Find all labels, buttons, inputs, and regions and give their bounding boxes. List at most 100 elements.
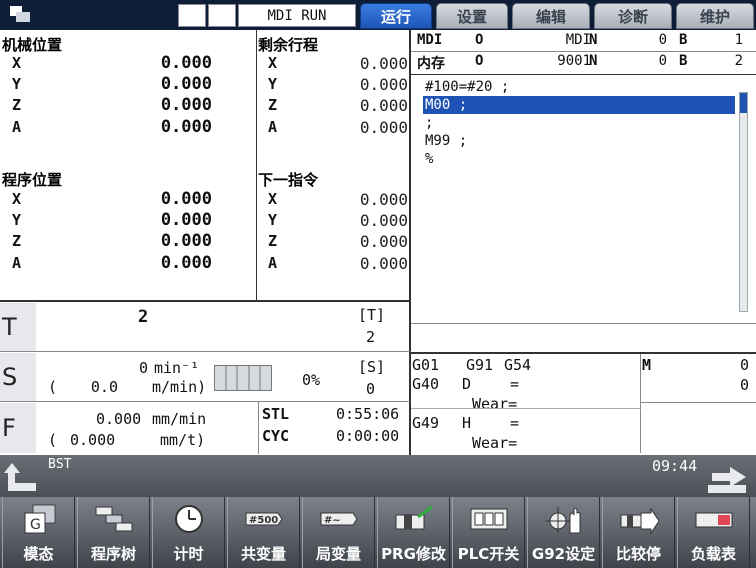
divider [0, 401, 410, 402]
axis-label: A [268, 254, 278, 272]
divider [411, 408, 641, 409]
tab-run[interactable]: 运行 [360, 3, 432, 29]
axis-label: A [268, 118, 278, 136]
program-line[interactable]: % [425, 150, 433, 168]
program-line[interactable]: #100=#20 ; [425, 78, 509, 96]
cyc-label: CYC [262, 427, 290, 445]
softkey-program-tree[interactable]: 程序树 [77, 497, 150, 568]
equals: = [510, 414, 520, 432]
softkey-g92-setting[interactable]: G92设定 [527, 497, 600, 568]
divider [0, 351, 410, 352]
h-wear-label: Wear= [472, 434, 518, 452]
tab-setup[interactable]: 设置 [436, 3, 508, 29]
softkey-modal[interactable]: G 模态 [2, 497, 75, 568]
divider [411, 323, 756, 324]
axis-label: X [12, 190, 22, 208]
program-x-value: 0.000 [160, 189, 212, 209]
feed-value: 0.000 [96, 410, 142, 428]
common-variable-icon: #500 [245, 512, 283, 526]
clock-icon [175, 505, 203, 533]
tool-label: T [2, 313, 17, 341]
spindle-label: S [2, 363, 18, 391]
svg-text:G: G [30, 517, 41, 533]
program-scrollbar[interactable] [739, 92, 748, 312]
spindle-bracket-value: 0 [366, 380, 376, 398]
axis-label: A [12, 254, 22, 272]
tool-bracket-value: 2 [366, 328, 376, 346]
softkey-label: PRG修改 [381, 545, 446, 563]
plc-switch-icon [470, 508, 508, 530]
softkey-plc-switch[interactable]: PLC开关 [452, 497, 525, 568]
program-tree-icon [95, 506, 133, 532]
softkey-program-edit[interactable]: PRG修改 [377, 497, 450, 568]
next-y-value: 0.000 [359, 211, 408, 230]
memory-label: 内存 [417, 56, 445, 72]
softkey-compare-stop[interactable]: 比较停 [602, 497, 675, 568]
tool-number: 2 [138, 307, 149, 327]
axis-label: Z [12, 232, 22, 250]
softkey-load-meter[interactable]: 负载表 [677, 497, 750, 568]
status-indicator-1 [178, 4, 206, 27]
softkey-label: PLC开关 [457, 545, 520, 563]
return-arrow-icon[interactable] [4, 461, 40, 493]
o-label: O [475, 32, 484, 48]
clock: 09:44 [652, 457, 698, 475]
compare-stop-icon [620, 507, 659, 535]
softkey-label: 比较停 [615, 545, 661, 563]
next-command-title: 下一指令 [258, 171, 319, 189]
modal-g-code: G49 [412, 414, 440, 432]
tool-bracket-label: [T] [358, 306, 386, 324]
softkey-timer[interactable]: 计时 [152, 497, 225, 568]
memory-block-number: 2 [734, 53, 743, 69]
program-line-selected[interactable]: M00 ; [423, 96, 735, 114]
program-scroll-thumb[interactable] [740, 93, 747, 113]
remaining-travel-title: 剩余行程 [258, 36, 319, 54]
modal-g-code: G01 [412, 356, 440, 374]
program-display[interactable]: #100=#20 ; M00 ; ; M99 ; % [411, 75, 756, 323]
divider [640, 353, 641, 453]
spindle-speed: 0 [138, 359, 148, 377]
axis-label: Y [12, 75, 22, 93]
svg-text:#500: #500 [249, 515, 278, 526]
local-variable-icon: #~ [320, 512, 358, 526]
softkey-common-variable[interactable]: #500 共变量 [227, 497, 300, 568]
softkey-local-variable[interactable]: #~ 局变量 [302, 497, 375, 568]
modal-g-code: G54 [504, 356, 532, 374]
softkey-label: 局变量 [315, 545, 361, 563]
axis-label: X [268, 54, 278, 72]
position-panel: 机械位置 X Y Z A 0.000 0.000 0.000 0.000 剩余行… [0, 30, 410, 300]
remaining-y-value: 0.000 [359, 75, 408, 94]
m-code-value: 0 [740, 376, 750, 394]
tab-edit[interactable]: 编辑 [512, 3, 590, 29]
softkey-label: 共变量 [240, 545, 286, 563]
next-z-value: 0.000 [359, 232, 408, 251]
mdi-sequence-number: 0 [658, 32, 667, 48]
load-meter-icon [695, 512, 733, 528]
machine-position-title: 机械位置 [2, 36, 63, 54]
paren-open: ( [48, 378, 58, 396]
tab-maintenance[interactable]: 维护 [676, 3, 754, 29]
modal-g-code: G40 [412, 375, 440, 393]
spindle-load-percent: 0% [302, 371, 321, 389]
next-page-arrow-icon[interactable] [708, 465, 750, 495]
program-line[interactable]: ; [425, 114, 433, 132]
machine-y-value: 0.000 [160, 74, 212, 94]
svg-text:#~: #~ [324, 515, 341, 526]
surface-speed: 0.0 [90, 378, 118, 396]
program-edit-icon [395, 505, 433, 530]
program-header: MDI O MDI N 0 B 1 内存 O 9001 N 0 B 2 [411, 30, 756, 74]
axis-label: Z [268, 232, 278, 250]
softkey-label: G92设定 [531, 545, 596, 563]
machine-a-value: 0.000 [160, 117, 212, 137]
program-line[interactable]: M99 ; [425, 132, 467, 150]
axis-label: X [268, 190, 278, 208]
divider [411, 51, 756, 52]
feed-unit: mm/min [152, 410, 207, 428]
divider [0, 300, 410, 302]
softkey-label: 计时 [173, 545, 204, 563]
axis-label: Y [12, 211, 22, 229]
n-label: N [589, 53, 598, 69]
g92-set-icon [546, 507, 581, 534]
mdi-label: MDI [417, 32, 443, 48]
tab-diagnosis[interactable]: 诊断 [594, 3, 672, 29]
